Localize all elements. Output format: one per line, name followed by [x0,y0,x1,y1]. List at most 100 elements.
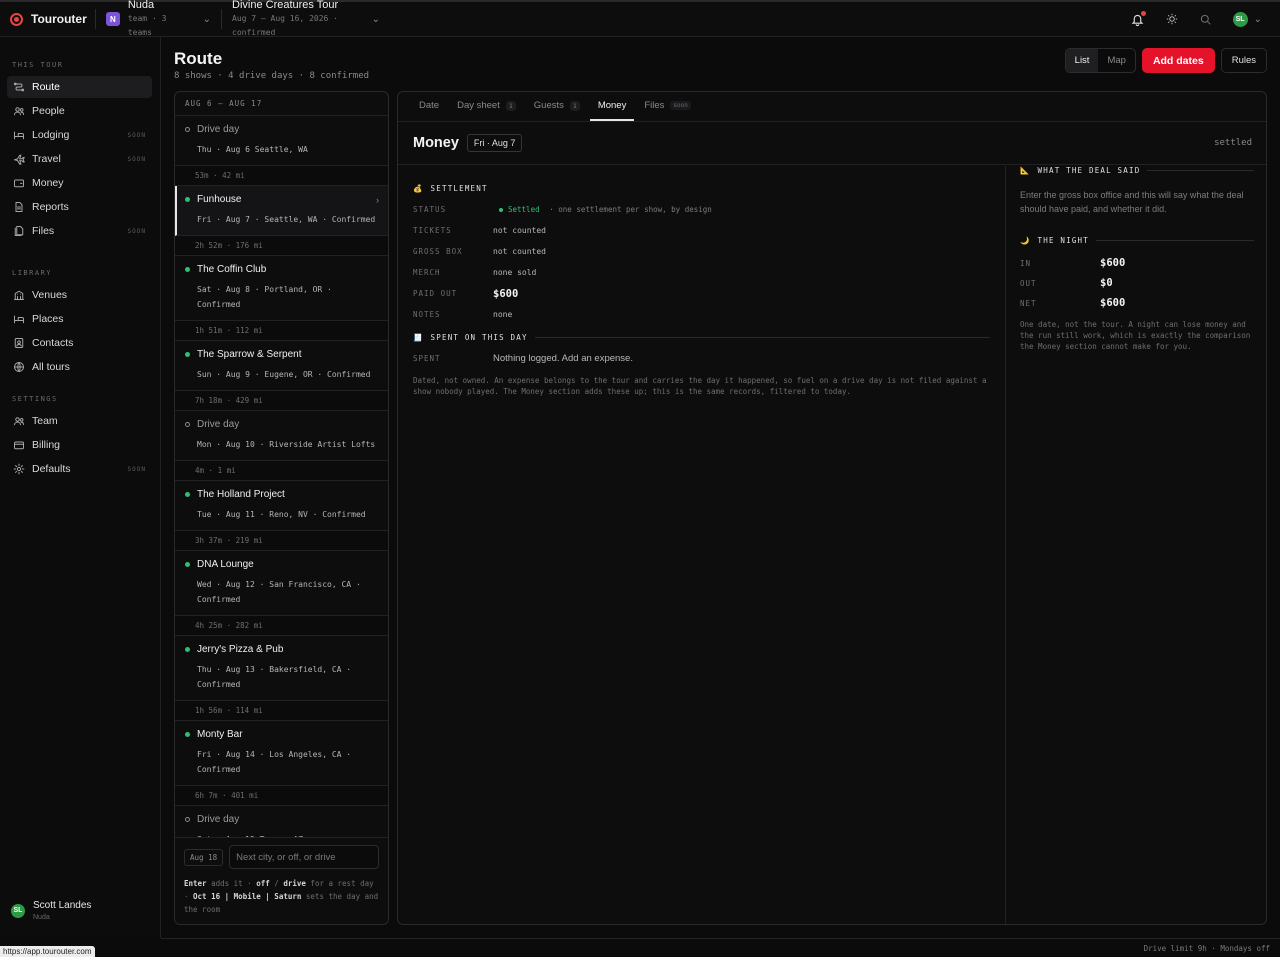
confirmed-dot-icon [185,562,190,567]
bed-icon [13,129,25,141]
sidebar-item-billing[interactable]: Billing [7,434,152,456]
tab-label: Day sheet [457,100,500,111]
stop-meta: Fri · Aug 14 · Los Angeles, CA · Confirm… [197,750,352,774]
drive-day-icon [185,127,190,132]
soon-badge: SOON [127,155,146,163]
people-icon [13,105,25,117]
drive-leg: 2h 52m · 176 mi [175,236,388,256]
tab-money[interactable]: Money [589,100,635,121]
logo-icon [10,12,23,26]
add-expense-link[interactable]: Nothing logged. Add an expense. [493,353,633,364]
show-item[interactable]: The Coffin Club Sat · Aug 8 · Portland, O… [175,256,388,321]
confirmed-dot-icon [185,352,190,357]
tab-date[interactable]: Date [411,100,447,121]
drive-day-icon [185,817,190,822]
sidebar-item-defaults[interactable]: Defaults SOON [7,458,152,480]
tab-guests[interactable]: Guests 1 [526,100,588,121]
drive-day-item[interactable]: Drive day Thu · Aug 6 Seattle, WA [175,116,388,166]
sidebar-item-travel[interactable]: Travel SOON [7,148,152,170]
show-item[interactable]: The Holland Project Tue · Aug 11 · Reno, … [175,481,388,531]
notes-row: NOTES none [413,310,513,319]
chevron-right-icon: › [376,194,379,205]
tour-switcher[interactable]: Divine Creatures Tour Aug 7 — Aug 16, 20… [222,0,390,40]
sidebar-item-route[interactable]: Route [7,76,152,98]
confirmed-dot-icon [185,197,190,202]
stop-title: The Sparrow & Serpent [197,349,302,360]
rules-button[interactable]: Rules [1220,48,1267,73]
section-label-library: LIBRARY [12,269,53,277]
show-item[interactable]: The Sparrow & Serpent Sun · Aug 9 · Eugen… [175,341,388,391]
view-list-button[interactable]: List [1065,49,1099,72]
stop-title: Drive day [197,814,240,825]
sidebar-item-contacts[interactable]: Contacts [7,332,152,354]
bell-icon[interactable] [1131,11,1146,26]
tour-name: Divine Creatures Tour [232,0,339,11]
next-date-chip: Aug 18 [184,848,224,866]
settlement-status: settled [1214,138,1252,148]
sidebar-item-venues[interactable]: Venues [7,284,152,306]
sun-icon[interactable] [1165,12,1179,26]
show-item[interactable]: Monty Bar Fri · Aug 14 · Los Angeles, CA … [175,721,388,786]
sidebar-item-lodging[interactable]: Lodging SOON [7,124,152,146]
tab-badge: soon [670,101,691,110]
sidebar-item-label: Money [32,177,64,189]
show-item[interactable]: Jerry's Pizza & Pub Thu · Aug 13 · Bakers… [175,636,388,701]
deal-text: Enter the gross box office and this will… [1020,190,1244,214]
add-dates-button[interactable]: Add dates [1141,48,1215,73]
page-title: Route [174,49,223,68]
confirmed-dot-icon [185,492,190,497]
paid-out-row: PAID OUT $600 [413,287,519,300]
user-menu[interactable]: SL ⌄ [1232,11,1262,27]
notification-dot [1140,11,1146,16]
show-item[interactable]: DNA Lounge Wed · Aug 12 · San Francisco, … [175,551,388,616]
night-note: One date, not the tour. A night can lose… [1020,320,1251,351]
tab-badge: 1 [569,100,580,111]
status-bar: Drive limit 9h · Mondays off [161,938,1280,957]
avatar: SL [11,903,25,918]
sidebar-item-label: Team [32,415,58,427]
tab-day-sheet[interactable]: Day sheet 1 [449,100,524,121]
people-icon [13,415,25,427]
sidebar-item-label: Files [32,225,55,237]
section-label-this-tour: THIS TOUR [12,61,64,69]
drive-leg: 6h 7m · 401 mi [175,786,388,806]
stop-title: The Holland Project [197,489,285,500]
tab-files[interactable]: Files soon [636,100,699,121]
sidebar-item-team[interactable]: Team [7,410,152,432]
drive-day-item[interactable]: Drive day Mon · Aug 10 · Riverside Artist… [175,411,388,461]
drive-leg: 4h 25m · 282 mi [175,616,388,636]
sidebar-item-label: People [32,105,65,117]
sidebar-item-label: Reports [32,201,69,213]
view-map-button[interactable]: Map [1098,49,1134,72]
user-profile[interactable]: SL Scott Landes Nuda [11,900,91,921]
brand[interactable]: Tourouter [0,12,95,26]
gross-row: GROSS BOX not counted [413,247,546,256]
sidebar-item-reports[interactable]: Reports [7,196,152,218]
workspace-sub: team · 3 teams [127,14,167,37]
avatar: SL [1232,11,1248,27]
confirmed-dot-icon [185,267,190,272]
date-chip: Fri · Aug 7 [466,134,523,152]
tab-label: Files [644,100,665,111]
sidebar-item-places[interactable]: Places [7,308,152,330]
next-city-input[interactable] [229,845,379,869]
tab-label: Money [597,100,627,111]
chevron-down-icon: ⌄ [371,13,380,25]
stop-meta: Fri · Aug 7 · Seattle, WA · Confirmed [197,215,376,224]
sidebar-item-all-tours[interactable]: All tours [7,356,152,378]
user-name: Scott Landes [33,900,92,911]
sidebar-item-label: All tours [32,361,70,373]
stop-meta: Sat · Aug 8 · Portland, OR · Confirmed [197,285,332,309]
section-label-settings: SETTINGS [12,395,58,403]
search-icon[interactable] [1199,12,1213,26]
tab-badge: 1 [505,100,516,111]
sidebar-item-files[interactable]: Files SOON [7,220,152,242]
drive-leg: 3h 37m · 219 mi [175,531,388,551]
sidebar-item-money[interactable]: Money [7,172,152,194]
show-item[interactable]: Funhouse › Fri · Aug 7 · Seattle, WA · Con… [175,186,388,236]
workspace-switcher[interactable]: N Nuda team · 3 teams ⌄ [96,0,221,40]
section-settlement: 💰 SETTLEMENT [413,184,488,193]
stop-meta: Mon · Aug 10 · Riverside Artist Lofts [197,440,376,449]
status-badge: Settled [499,205,540,214]
sidebar-item-people[interactable]: People [7,100,152,122]
